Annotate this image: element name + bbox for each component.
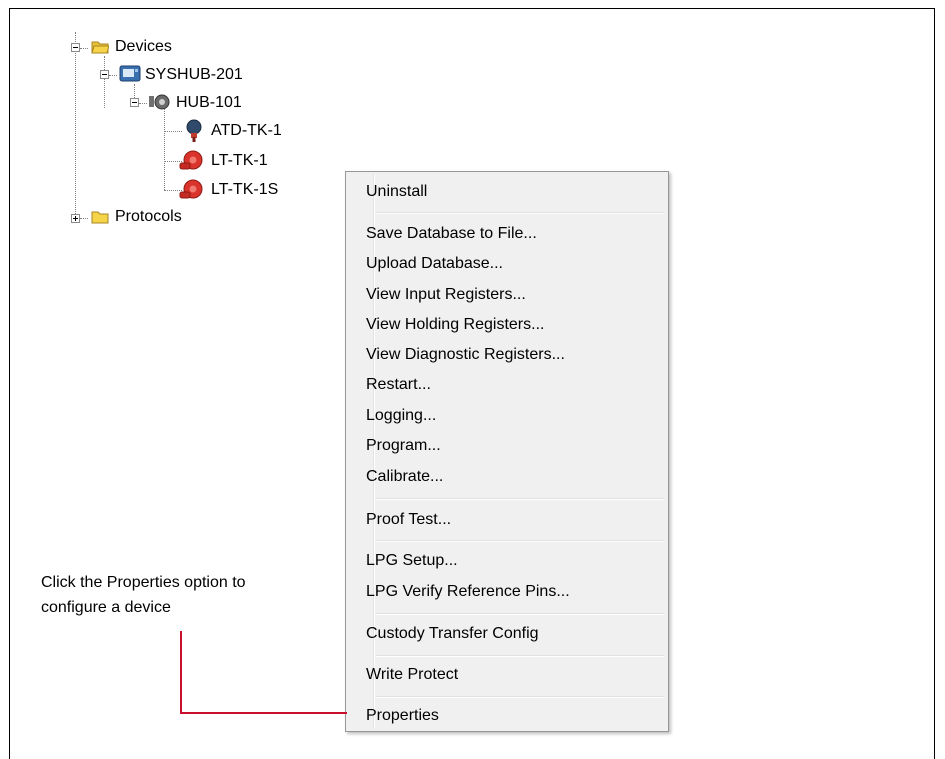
tree-node-lt1s[interactable]: LT-TK-1S [211, 180, 278, 200]
menu-separator [376, 613, 664, 615]
collapse-icon[interactable] [130, 98, 139, 107]
menu-item-view-input-registers[interactable]: View Input Registers... [366, 284, 526, 306]
tree-line [109, 75, 117, 76]
menu-item-properties[interactable]: Properties [366, 705, 439, 727]
tree-line [139, 103, 147, 104]
menu-item-view-diagnostic-registers[interactable]: View Diagnostic Registers... [366, 344, 565, 366]
tree-node-devices[interactable]: Devices [115, 37, 172, 57]
folder-open-icon [91, 41, 109, 54]
collapse-icon[interactable] [100, 70, 109, 79]
menu-item-logging[interactable]: Logging... [366, 405, 436, 427]
callout-line-2: configure a device [41, 599, 171, 616]
tree-node-protocols[interactable]: Protocols [115, 207, 182, 227]
menu-item-custody-transfer-config[interactable]: Custody Transfer Config [366, 623, 539, 645]
context-menu: Uninstall Save Database to File... Uploa… [345, 171, 669, 732]
menu-item-proof-test[interactable]: Proof Test... [366, 509, 451, 531]
menu-separator [376, 212, 664, 214]
tree-node-lt1[interactable]: LT-TK-1 [211, 151, 268, 171]
menu-item-view-holding-registers[interactable]: View Holding Registers... [366, 314, 544, 336]
level-transmitter-icon [179, 179, 203, 199]
level-transmitter-icon [179, 150, 203, 170]
menu-item-save-database[interactable]: Save Database to File... [366, 223, 537, 245]
callout-text: Click the Properties option to configure… [41, 570, 246, 620]
atd-device-icon [186, 119, 202, 142]
menu-item-calibrate[interactable]: Calibrate... [366, 466, 443, 488]
tree-line [164, 108, 165, 190]
menu-separator [376, 696, 664, 698]
menu-item-upload-database[interactable]: Upload Database... [366, 253, 503, 275]
callout-pointer-vertical [180, 631, 182, 714]
menu-item-lpg-verify-reference-pins[interactable]: LPG Verify Reference Pins... [366, 581, 570, 603]
tree-line [75, 32, 76, 218]
folder-icon [91, 211, 109, 224]
collapse-icon[interactable] [71, 43, 80, 52]
menu-item-lpg-setup[interactable]: LPG Setup... [366, 550, 458, 572]
hub-icon [149, 94, 170, 110]
tree-line [80, 218, 88, 219]
tree-node-hub[interactable]: HUB-101 [176, 93, 242, 113]
menu-item-program[interactable]: Program... [366, 435, 441, 457]
tree-line [104, 56, 105, 108]
menu-separator [376, 498, 664, 500]
tree-node-atd[interactable]: ATD-TK-1 [211, 121, 282, 141]
callout-pointer-horizontal [180, 712, 347, 714]
tree-line [134, 84, 135, 98]
menu-separator [376, 540, 664, 542]
tree-node-syshub[interactable]: SYSHUB-201 [145, 65, 243, 85]
expand-icon[interactable] [71, 214, 80, 223]
menu-item-write-protect[interactable]: Write Protect [366, 664, 458, 686]
system-hub-icon [119, 65, 141, 82]
menu-separator [376, 655, 664, 657]
tree-line [164, 131, 182, 132]
tree-line [80, 48, 88, 49]
menu-item-restart[interactable]: Restart... [366, 374, 431, 396]
menu-item-uninstall[interactable]: Uninstall [366, 181, 427, 203]
callout-line-1: Click the Properties option to [41, 574, 246, 591]
